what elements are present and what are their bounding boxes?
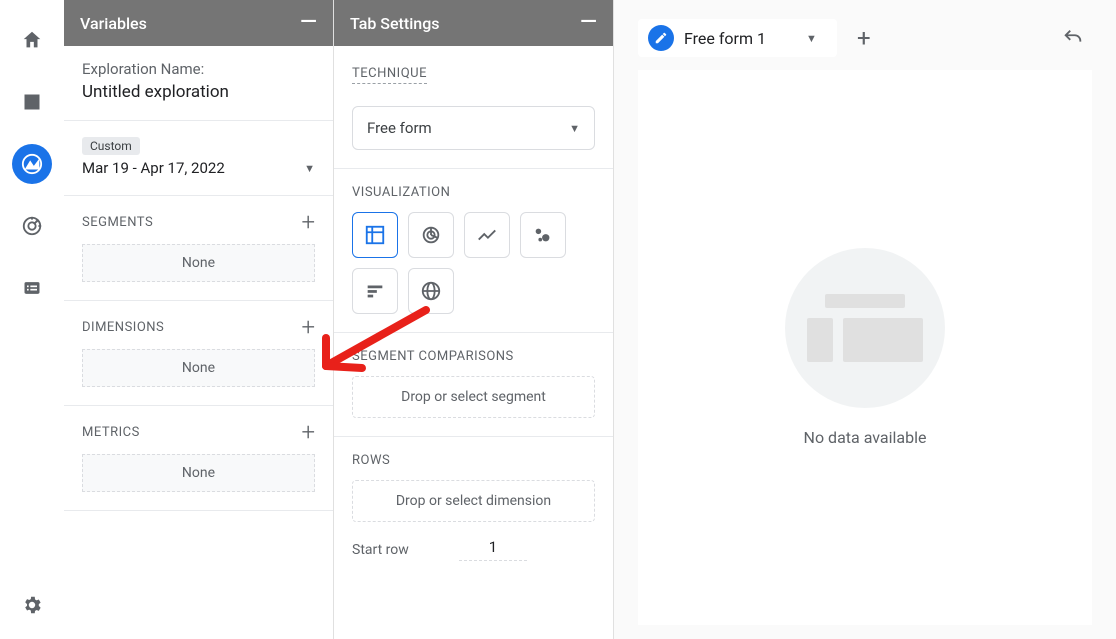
tab-settings-header: Tab Settings — bbox=[334, 0, 613, 46]
variables-title: Variables bbox=[80, 14, 147, 33]
technique-select[interactable]: Free form ▼ bbox=[352, 106, 595, 150]
exploration-name-section: Exploration Name: Untitled exploration bbox=[64, 46, 333, 121]
metrics-section: METRICS + None bbox=[64, 406, 333, 511]
line-chart-icon bbox=[476, 224, 498, 246]
canvas-area: Free form 1 ▼ + No data available bbox=[614, 0, 1116, 639]
dimensions-none: None bbox=[82, 349, 315, 387]
gear-icon bbox=[21, 594, 43, 616]
tab-settings-minimize[interactable]: — bbox=[580, 12, 597, 34]
tab-bar: Free form 1 ▼ + bbox=[638, 14, 1092, 62]
tab-settings-panel: Tab Settings — TECHNIQUE Free form ▼ VIS… bbox=[334, 0, 614, 639]
explore-icon bbox=[21, 153, 43, 175]
tab-settings-title: Tab Settings bbox=[350, 14, 440, 33]
nav-home[interactable] bbox=[12, 20, 52, 60]
nav-explore[interactable] bbox=[12, 144, 52, 184]
segment-comparisons-drop[interactable]: Drop or select segment bbox=[352, 376, 595, 418]
empty-state-illustration bbox=[785, 248, 945, 408]
pencil-icon bbox=[648, 25, 674, 51]
viz-geo-button[interactable] bbox=[408, 268, 454, 314]
viz-table-button[interactable] bbox=[352, 212, 398, 258]
nav-configure[interactable] bbox=[12, 268, 52, 308]
segments-add-button[interactable]: + bbox=[301, 210, 315, 234]
start-row-label: Start row bbox=[352, 542, 409, 558]
no-data-text: No data available bbox=[804, 428, 927, 447]
rows-group: ROWS Drop or select dimension Start row … bbox=[334, 437, 613, 579]
dimensions-add-button[interactable]: + bbox=[301, 315, 315, 339]
scatter-icon bbox=[532, 224, 554, 246]
tab-freeform1[interactable]: Free form 1 ▼ bbox=[638, 19, 837, 57]
exploration-name-input[interactable]: Untitled exploration bbox=[82, 82, 315, 102]
nav-admin[interactable] bbox=[12, 585, 52, 625]
target-icon bbox=[21, 215, 43, 237]
canvas-body: No data available bbox=[638, 70, 1092, 625]
dimensions-title: DIMENSIONS bbox=[82, 320, 164, 335]
rows-drop[interactable]: Drop or select dimension bbox=[352, 480, 595, 522]
segment-comparisons-group: SEGMENT COMPARISONS Drop or select segme… bbox=[334, 333, 613, 437]
variables-header: Variables — bbox=[64, 0, 333, 46]
visualization-group: VISUALIZATION bbox=[334, 169, 613, 333]
list-icon bbox=[22, 278, 42, 298]
technique-group: TECHNIQUE Free form ▼ bbox=[334, 46, 613, 169]
date-range-text: Mar 19 - Apr 17, 2022 bbox=[82, 159, 225, 177]
segments-none: None bbox=[82, 244, 315, 282]
donut-chart-icon bbox=[420, 224, 442, 246]
metrics-add-button[interactable]: + bbox=[301, 420, 315, 444]
metrics-title: METRICS bbox=[82, 425, 140, 440]
viz-line-button[interactable] bbox=[464, 212, 510, 258]
chevron-down-icon: ▼ bbox=[304, 162, 315, 175]
nav-advertising[interactable] bbox=[12, 206, 52, 246]
globe-icon bbox=[420, 280, 442, 302]
chevron-down-icon: ▼ bbox=[569, 122, 580, 135]
technique-value: Free form bbox=[367, 119, 432, 137]
dimensions-section: DIMENSIONS + None bbox=[64, 301, 333, 406]
exploration-name-label: Exploration Name: bbox=[82, 60, 315, 78]
visualization-label: VISUALIZATION bbox=[352, 185, 595, 200]
segments-section: SEGMENTS + None bbox=[64, 196, 333, 301]
technique-label: TECHNIQUE bbox=[352, 66, 427, 84]
tab-label: Free form 1 bbox=[684, 29, 766, 48]
bar-chart-icon bbox=[22, 92, 42, 112]
nav-reports[interactable] bbox=[12, 82, 52, 122]
segments-title: SEGMENTS bbox=[82, 215, 153, 230]
bar-horizontal-icon bbox=[364, 280, 386, 302]
variables-panel: Variables — Exploration Name: Untitled e… bbox=[64, 0, 334, 639]
nav-rail bbox=[0, 0, 64, 639]
rows-label: ROWS bbox=[352, 453, 595, 468]
viz-bar-button[interactable] bbox=[352, 268, 398, 314]
date-range-chip: Custom bbox=[82, 137, 140, 155]
home-icon bbox=[21, 29, 43, 51]
metrics-none: None bbox=[82, 454, 315, 492]
viz-donut-button[interactable] bbox=[408, 212, 454, 258]
viz-scatter-button[interactable] bbox=[520, 212, 566, 258]
variables-minimize[interactable]: — bbox=[300, 12, 317, 34]
undo-button[interactable] bbox=[1054, 19, 1092, 57]
chevron-down-icon[interactable]: ▼ bbox=[776, 32, 827, 45]
undo-icon bbox=[1062, 27, 1084, 49]
start-row-input[interactable]: 1 bbox=[459, 538, 527, 561]
segment-comparisons-label: SEGMENT COMPARISONS bbox=[352, 349, 595, 364]
add-tab-button[interactable]: + bbox=[845, 19, 883, 57]
date-range-section[interactable]: Custom Mar 19 - Apr 17, 2022 ▼ bbox=[64, 121, 333, 196]
table-icon bbox=[364, 224, 386, 246]
